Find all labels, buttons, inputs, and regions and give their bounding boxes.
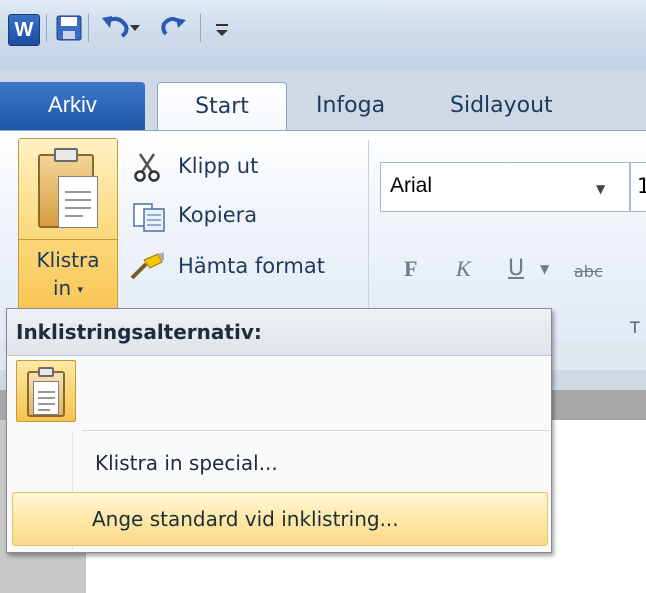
italic-button[interactable]: K [456, 256, 471, 282]
format-painter-button[interactable]: Hämta format [178, 254, 325, 278]
chevron-down-icon: ▾ [77, 283, 84, 296]
qat-separator [88, 14, 89, 42]
paste-label-in: in [52, 276, 72, 300]
font-group-label: T [630, 318, 640, 337]
tab-arkiv[interactable]: Arkiv [0, 82, 145, 130]
group-divider [368, 140, 369, 328]
copy-icon [132, 202, 168, 232]
scissors-icon [132, 152, 162, 182]
title-bar [0, 0, 646, 70]
tab-infoga[interactable]: Infoga [316, 82, 385, 130]
keep-source-formatting-option[interactable] [16, 360, 76, 422]
menu-separator [82, 430, 550, 431]
font-size-value: 1 [637, 174, 646, 198]
redo-icon[interactable] [158, 12, 188, 42]
clipboard-icon [25, 365, 69, 419]
underline-dropdown-icon[interactable]: ▼ [540, 262, 549, 276]
customize-qat-icon[interactable] [212, 16, 232, 42]
bold-button[interactable]: F [404, 256, 417, 282]
clipboard-icon [36, 146, 100, 230]
qat-separator [200, 14, 201, 42]
paste-options-heading: Inklistringsalternativ: [16, 320, 262, 344]
underline-button[interactable]: U [508, 256, 524, 281]
font-dropdown-icon[interactable]: ▼ [596, 182, 605, 196]
copy-button[interactable]: Kopiera [178, 203, 257, 227]
undo-dropdown-icon[interactable] [128, 20, 142, 34]
format-painter-icon [128, 252, 166, 282]
font-name-value: Arial [390, 174, 433, 197]
tab-sidlayout[interactable]: Sidlayout [450, 82, 553, 130]
menu-item-set-default-paste-label: Ange standard vid inklistring... [92, 507, 399, 531]
menu-item-paste-special[interactable] [8, 440, 550, 486]
strikethrough-button[interactable]: abc [574, 262, 603, 281]
paste-label[interactable]: Klistra [18, 248, 118, 272]
word-logo-icon[interactable]: W [8, 14, 40, 46]
tab-start[interactable]: Start [157, 82, 287, 132]
paste-dropdown-label[interactable]: in ▾ [18, 276, 118, 300]
menu-item-paste-special-label: Klistra in special... [95, 451, 278, 475]
cut-button[interactable]: Klipp ut [178, 154, 258, 178]
qat-separator [46, 14, 47, 42]
save-icon[interactable] [56, 14, 82, 42]
